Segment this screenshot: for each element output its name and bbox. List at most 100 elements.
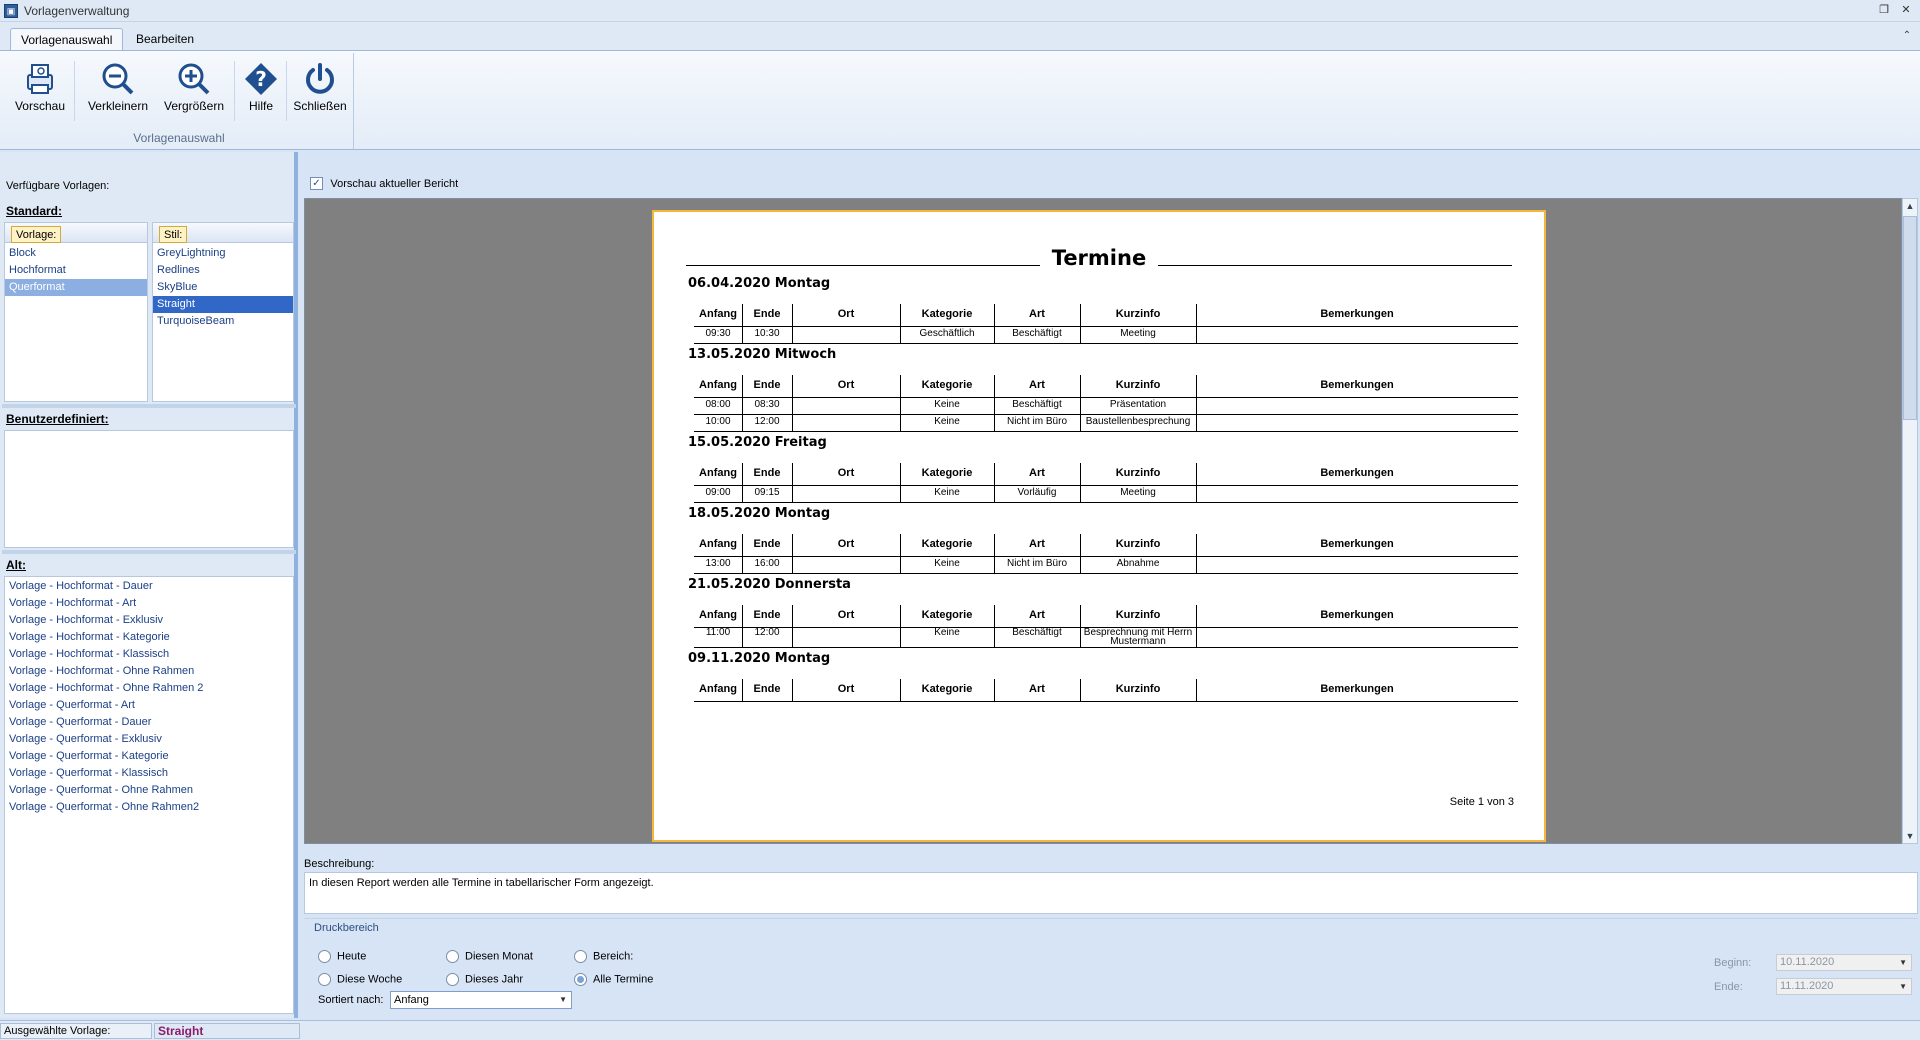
style-column-header[interactable]: Stil: xyxy=(159,226,188,243)
list-item[interactable]: Vorlage - Hochformat - Exklusiv xyxy=(5,612,293,629)
radio-heute[interactable]: Heute xyxy=(318,950,366,963)
list-item[interactable]: Vorlage - Querformat - Ohne Rahmen xyxy=(5,782,293,799)
list-item[interactable]: Vorlage - Hochformat - Ohne Rahmen 2 xyxy=(5,680,293,697)
list-item[interactable]: Vorlage - Hochformat - Klassisch xyxy=(5,646,293,663)
radio-button[interactable] xyxy=(318,950,331,963)
radio-button[interactable] xyxy=(574,950,587,963)
tab-bearbeiten[interactable]: Bearbeiten xyxy=(126,28,204,50)
table-cell: 13:00 xyxy=(705,558,731,569)
template-item-querformat[interactable]: Querformat xyxy=(5,279,147,296)
column-header: Art xyxy=(1029,467,1045,479)
table-cell: 09:00 xyxy=(705,487,731,498)
sort-label: Sortiert nach: xyxy=(318,994,384,1006)
radio-button[interactable] xyxy=(446,950,459,963)
column-header: Kategorie xyxy=(921,538,973,550)
list-item[interactable]: Vorlage - Querformat - Dauer xyxy=(5,714,293,731)
column-header: Ort xyxy=(837,609,855,621)
description-text: In diesen Report werden alle Termine in … xyxy=(309,877,654,889)
sort-select-value: Anfang xyxy=(394,994,429,1006)
report-page: Termine 06.04.2020 Montag Anfang Ende Ort Ka… xyxy=(652,210,1546,842)
template-panel: Verfügbare Vorlagen: Standard: Vorlage: … xyxy=(0,152,298,1018)
list-item[interactable]: Vorlage - Hochformat - Kategorie xyxy=(5,629,293,646)
radio-button[interactable] xyxy=(446,973,459,986)
zoom-out-icon xyxy=(102,63,134,95)
day-title: 13.05.2020 Mitwoch xyxy=(688,347,837,362)
list-item[interactable]: Vorlage - Hochformat - Ohne Rahmen xyxy=(5,663,293,680)
window-title: Vorlagenverwaltung xyxy=(24,4,130,18)
style-item-skyblue[interactable]: SkyBlue xyxy=(153,279,293,296)
column-header: Bemerkungen xyxy=(1320,308,1394,320)
preview-checkbox[interactable]: ✓ xyxy=(310,177,323,191)
radio-label: Dieses Jahr xyxy=(465,973,524,986)
preview-checkbox-row[interactable]: ✓ Vorschau aktueller Bericht xyxy=(310,176,458,191)
collapse-ribbon-icon[interactable]: ⌃ xyxy=(1900,30,1914,44)
splitter-handle[interactable] xyxy=(2,550,296,554)
radio-bereich[interactable]: Bereich: xyxy=(574,950,633,963)
style-item-turquoisebeam[interactable]: TurquoiseBeam xyxy=(153,313,293,330)
list-item[interactable]: Vorlage - Querformat - Klassisch xyxy=(5,765,293,782)
scroll-up-icon[interactable]: ▲ xyxy=(1903,201,1917,211)
column-header: Kategorie xyxy=(921,379,973,391)
radio-diesen-monat[interactable]: Diesen Monat xyxy=(446,950,533,963)
close-report-button-label: Schließen xyxy=(293,99,347,113)
table-cell: Nicht im Büro xyxy=(1006,416,1067,427)
radio-alle-termine[interactable]: Alle Termine xyxy=(574,973,653,986)
style-item-greylightning[interactable]: GreyLightning xyxy=(153,245,293,262)
column-header: Ort xyxy=(837,308,855,320)
style-item-redlines[interactable]: Redlines xyxy=(153,262,293,279)
chevron-down-icon: ▼ xyxy=(1899,958,1907,967)
tab-vorlagenauswahl[interactable]: Vorlagenauswahl xyxy=(10,28,124,50)
report-table: Anfang Ende Ort Kategorie Art Kurzinfo Bemerku… xyxy=(694,534,1518,574)
close-report-button[interactable]: Schließen xyxy=(290,57,350,123)
radio-dieses-jahr[interactable]: Dieses Jahr xyxy=(446,973,523,986)
status-selected-template: Straight xyxy=(154,1023,300,1039)
list-item[interactable]: Vorlage - Querformat - Art xyxy=(5,697,293,714)
template-item-block[interactable]: Block xyxy=(5,245,147,262)
help-button[interactable]: ? Hilfe xyxy=(238,57,284,123)
row-rule xyxy=(694,414,1518,415)
close-icon[interactable]: ✕ xyxy=(1898,3,1914,17)
table-cell: Vorläufig xyxy=(1017,487,1057,498)
table-cell: Präsentation xyxy=(1109,399,1167,410)
zoom-out-button[interactable]: Verkleinern xyxy=(82,57,154,123)
scroll-down-icon[interactable]: ▼ xyxy=(1903,831,1917,841)
radio-button[interactable] xyxy=(318,973,331,986)
style-item-straight[interactable]: Straight xyxy=(153,296,293,313)
header-rule xyxy=(694,485,1518,486)
template-item-hochformat[interactable]: Hochformat xyxy=(5,262,147,279)
report-table: Anfang Ende Ort Kategorie Art Kurzinfo Bemerku… xyxy=(694,304,1518,344)
template-column-header[interactable]: Vorlage: xyxy=(11,226,62,243)
list-item[interactable]: Vorlage - Querformat - Ohne Rahmen2 xyxy=(5,799,293,816)
scrollbar-thumb[interactable] xyxy=(1903,216,1917,420)
column-header: Anfang xyxy=(699,683,737,695)
ribbon-tabbar: Vorlagenauswahl Bearbeiten ⌃ xyxy=(0,22,1920,50)
end-date-field[interactable]: 11.11.2020 ▼ xyxy=(1776,978,1912,995)
column-header: Kurzinfo xyxy=(1115,609,1161,621)
power-icon xyxy=(306,63,334,94)
list-item[interactable]: Vorlage - Hochformat - Art xyxy=(5,595,293,612)
alt-template-list: Vorlage - Hochformat - Dauer Vorlage - H… xyxy=(4,576,294,1014)
begin-date-field[interactable]: 10.11.2020 ▼ xyxy=(1776,954,1912,971)
radio-diese-woche[interactable]: Diese Woche xyxy=(318,973,402,986)
table-cell: Keine xyxy=(934,416,960,427)
splitter-handle[interactable] xyxy=(2,404,296,408)
sort-select[interactable]: Anfang ▼ xyxy=(390,991,572,1009)
list-item[interactable]: Vorlage - Hochformat - Dauer xyxy=(5,578,293,595)
app-icon: ▣ xyxy=(4,4,18,18)
column-header: Art xyxy=(1029,683,1045,695)
list-item[interactable]: Vorlage - Querformat - Exklusiv xyxy=(5,731,293,748)
radio-button-selected[interactable] xyxy=(574,973,587,986)
column-header: Kategorie xyxy=(921,609,973,621)
row-rule xyxy=(694,647,1518,648)
divider xyxy=(304,918,1918,919)
end-date-value: 11.11.2020 xyxy=(1780,980,1834,992)
preview-button[interactable]: Vorschau xyxy=(8,57,72,123)
ribbon-group-vorlagenauswahl: Vorschau Verkleinern Vergrößern ? Hilfe … xyxy=(4,53,354,149)
column-header: Ort xyxy=(837,683,855,695)
restore-icon[interactable]: ❐ xyxy=(1876,3,1892,17)
list-item[interactable]: Vorlage - Querformat - Kategorie xyxy=(5,748,293,765)
custom-template-list[interactable] xyxy=(4,430,294,548)
table-cell: 08:00 xyxy=(705,399,731,410)
zoom-in-button[interactable]: Vergrößern xyxy=(158,57,230,123)
table-cell: Abnahme xyxy=(1116,558,1160,569)
